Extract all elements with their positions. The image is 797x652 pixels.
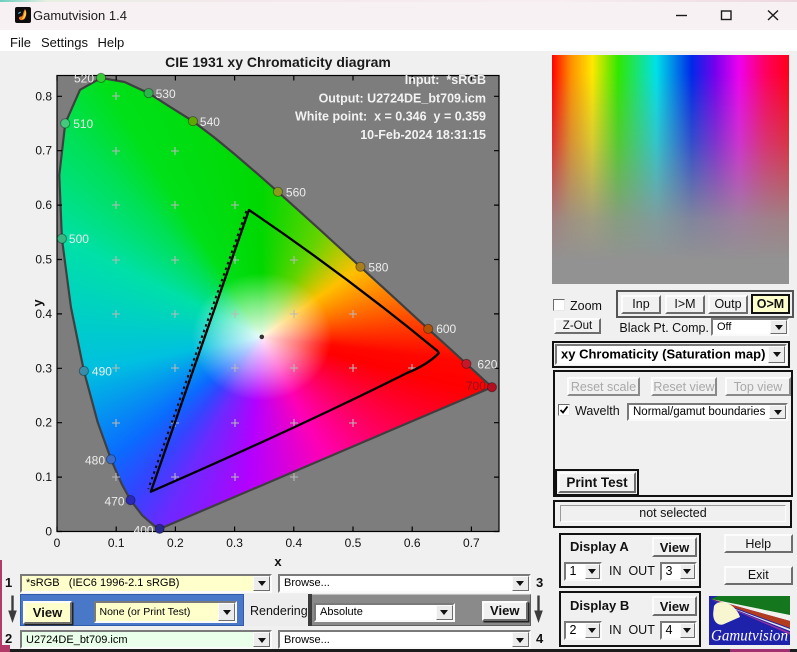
svg-text:y: y (30, 299, 45, 307)
svg-text:0.7: 0.7 (463, 536, 480, 550)
svg-text:x: x (274, 554, 282, 569)
svg-text:0.5: 0.5 (35, 253, 52, 267)
svg-text:0.4: 0.4 (35, 307, 52, 321)
svg-text:0.2: 0.2 (167, 536, 184, 550)
svg-text:0.3: 0.3 (226, 536, 243, 550)
svg-text:0.5: 0.5 (345, 536, 362, 550)
svg-text:0.1: 0.1 (108, 536, 125, 550)
svg-text:0.3: 0.3 (35, 361, 52, 375)
svg-text:0.7: 0.7 (35, 144, 52, 158)
svg-text:0.6: 0.6 (35, 198, 52, 212)
svg-text:0.8: 0.8 (35, 89, 52, 103)
svg-text:0.1: 0.1 (35, 470, 52, 484)
svg-text:0: 0 (54, 536, 61, 550)
svg-text:CIE 1931 xy Chromaticity diagr: CIE 1931 xy Chromaticity diagram (165, 54, 391, 70)
svg-text:0.4: 0.4 (285, 536, 302, 550)
svg-text:0: 0 (45, 525, 52, 539)
svg-text:Gamutvision: Gamutvision (711, 627, 788, 644)
svg-text:0.2: 0.2 (35, 416, 52, 430)
svg-text:0.6: 0.6 (404, 536, 421, 550)
